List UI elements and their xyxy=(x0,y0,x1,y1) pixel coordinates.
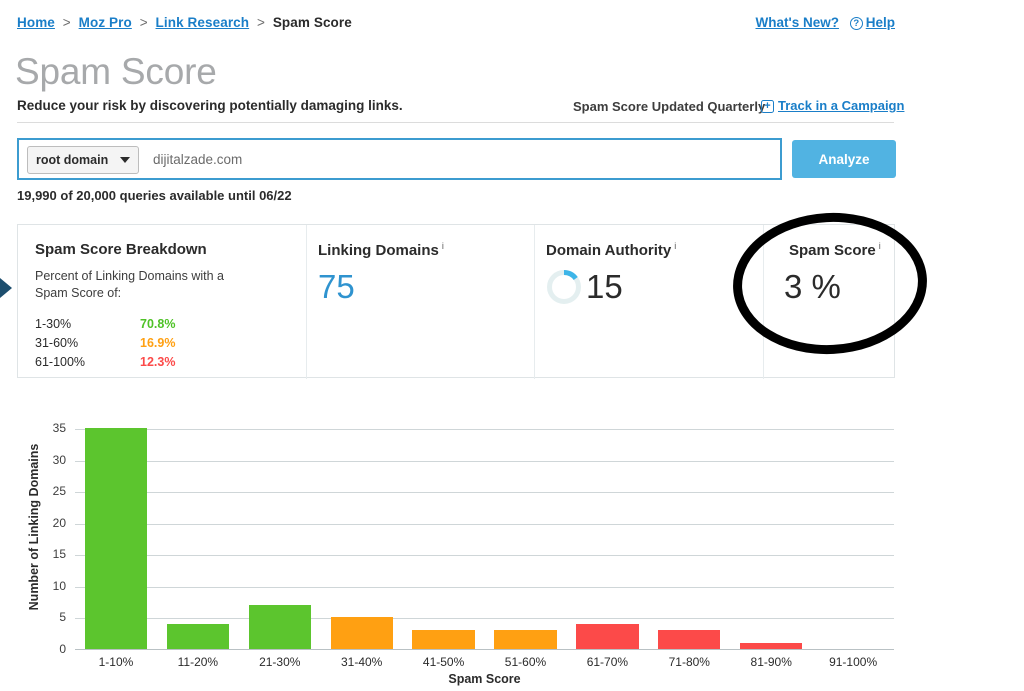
linking-domains-value: 75 xyxy=(318,268,355,305)
domain-authority-label-text: Domain Authority xyxy=(546,242,672,259)
domain-authority-label: Domain Authority i xyxy=(546,241,676,259)
chart-x-tick: 51-60% xyxy=(504,655,547,669)
help-link[interactable]: Help xyxy=(866,15,895,30)
chart-bar-cell xyxy=(157,429,239,649)
breakdown-row: 31-60% 16.9% xyxy=(35,334,175,353)
left-pointer-marker xyxy=(0,278,12,298)
breadcrumb-separator: > xyxy=(256,15,265,30)
breakdown-range: 1-30% xyxy=(35,317,72,331)
breakdown-range: 61-100% xyxy=(35,355,86,369)
page-subtitle: Reduce your risk by discovering potentia… xyxy=(17,98,403,113)
breadcrumb-item-current: Spam Score xyxy=(272,15,352,30)
breakdown-row: 1-30% 70.8% xyxy=(35,315,175,334)
breakdown-row: 61-100% 12.3% xyxy=(35,353,175,372)
card-divider xyxy=(534,225,535,379)
chart-bar-cell xyxy=(812,429,894,649)
chart-bar-cell xyxy=(648,429,730,649)
chart-bar-cell xyxy=(239,429,321,649)
breakdown-title: Spam Score Breakdown xyxy=(35,241,207,258)
chart-bars xyxy=(75,428,894,649)
chart-x-tick: 91-100% xyxy=(829,655,878,669)
chart-bar[interactable] xyxy=(248,604,311,649)
info-superscript-icon[interactable]: i xyxy=(442,241,444,251)
breakdown-value: 12.3% xyxy=(140,355,176,369)
chart-x-axis-line xyxy=(75,649,894,650)
breakdown-value: 16.9% xyxy=(140,336,176,350)
chart-bar-cell xyxy=(321,429,403,649)
chart-bar-cell xyxy=(75,428,157,649)
chart-x-tick: 21-30% xyxy=(259,655,301,669)
scope-dropdown-label: root domain xyxy=(36,153,109,167)
chart-x-tick: 61-70% xyxy=(586,655,629,669)
breadcrumb-separator: > xyxy=(139,15,148,30)
chevron-down-icon xyxy=(120,157,130,163)
chart-bar[interactable] xyxy=(166,623,229,649)
domain-authority-value: 15 xyxy=(586,268,623,305)
track-in-campaign-link[interactable]: Track in a Campaign xyxy=(778,98,904,113)
search-input[interactable] xyxy=(151,140,771,178)
chart-x-tick: 1-10% xyxy=(98,655,134,669)
page-title: Spam Score xyxy=(15,51,217,92)
chart-x-tick: 11-20% xyxy=(177,655,219,669)
info-superscript-icon[interactable]: i xyxy=(674,241,676,251)
chart-x-axis-ticks: 1-10% 11-20% 21-30% 31-40% 41-50% 51-60% 61-70… xyxy=(75,655,894,669)
chart-x-axis-label: Spam Score xyxy=(448,672,521,686)
breakdown-range: 31-60% xyxy=(35,336,79,350)
chart-bar[interactable] xyxy=(330,617,393,649)
chart-y-tick: 35 xyxy=(52,421,66,435)
chart-x-tick: 81-90% xyxy=(750,655,792,669)
chart-x-tick: 71-80% xyxy=(668,655,710,669)
chart-bar[interactable] xyxy=(576,623,639,649)
chart-y-tick: 5 xyxy=(59,610,66,625)
chart-x-tick: 41-50% xyxy=(422,655,465,669)
chart-bar-cell xyxy=(566,429,648,649)
breakdown-subtitle: Percent of Linking Domains with a Spam S… xyxy=(35,269,224,300)
quarterly-note: Spam Score Updated Quarterly xyxy=(573,99,766,114)
breakdown-value: 70.8% xyxy=(140,317,176,331)
breadcrumb-separator: > xyxy=(62,15,71,30)
breadcrumb-item-moz-pro[interactable]: Moz Pro xyxy=(79,15,132,30)
chart-bar-cell xyxy=(730,429,812,649)
chart-y-tick: 30 xyxy=(52,452,66,467)
plus-box-icon[interactable]: + xyxy=(761,100,774,113)
question-circle-icon[interactable]: ? xyxy=(849,17,863,30)
whats-new-link[interactable]: What's New? xyxy=(756,15,839,30)
chart-plot-area xyxy=(75,428,894,650)
breadcrumb-item-home[interactable]: Home xyxy=(17,15,55,30)
chart-bar[interactable] xyxy=(658,630,721,649)
linking-domains-label-text: Linking Domains xyxy=(318,242,439,259)
linking-domains-label: Linking Domains i xyxy=(318,241,444,259)
query-quota-text: 19,990 of 20,000 queries available until… xyxy=(17,188,292,203)
chart-bar-cell xyxy=(485,429,567,649)
linking-domains-bar-chart: Number of Linking Domains 35 30 25 20 15 10 5 0… xyxy=(0,400,1024,691)
chart-y-tick: 20 xyxy=(52,515,66,530)
card-divider xyxy=(306,225,307,379)
top-bar: Home > Moz Pro > Link Research > Spam Sc… xyxy=(0,0,1024,40)
top-links: What's New? ? Help xyxy=(756,15,895,30)
chart-y-tick: 10 xyxy=(52,578,66,593)
track-in-campaign[interactable]: + Track in a Campaign xyxy=(761,98,904,113)
breadcrumb: Home > Moz Pro > Link Research > Spam Sc… xyxy=(17,15,352,30)
chart-bar-cell xyxy=(403,429,485,649)
chart-y-tick: 25 xyxy=(52,484,66,499)
chart-bar[interactable] xyxy=(494,630,557,649)
analyze-button[interactable]: Analyze xyxy=(792,140,896,178)
chart-x-tick: 31-40% xyxy=(340,655,383,669)
chart-bar[interactable] xyxy=(84,428,148,649)
breadcrumb-item-link-research[interactable]: Link Research xyxy=(156,15,250,30)
chart-y-tick: 0 xyxy=(59,642,66,656)
breakdown-rows: 1-30% 70.8% 31-60% 16.9% 61-100% 12.3% xyxy=(35,315,175,372)
header-divider xyxy=(17,122,894,123)
scope-dropdown[interactable]: root domain xyxy=(27,146,139,174)
search-box[interactable]: root domain xyxy=(17,138,782,180)
domain-authority-gauge-icon xyxy=(547,270,581,304)
chart-bar[interactable] xyxy=(412,630,475,649)
chart-y-axis-ticks: 35 30 25 20 15 10 5 0 xyxy=(38,400,66,656)
chart-y-tick: 15 xyxy=(52,547,66,562)
